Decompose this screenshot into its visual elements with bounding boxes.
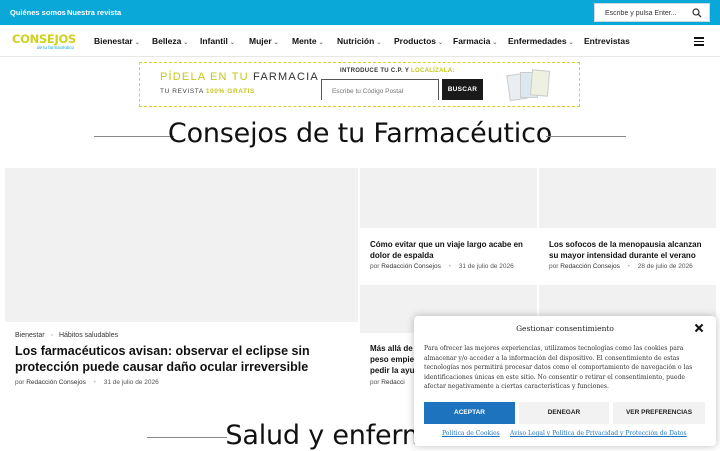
meta-date: 31 de julio de 2026 <box>103 379 159 386</box>
card-image[interactable] <box>360 168 537 228</box>
preferences-button[interactable]: VER PREFERENCIAS <box>613 402 705 424</box>
meta-by: por <box>370 379 380 386</box>
featured-meta: por Redacción Consejos • 31 de julio de … <box>15 379 159 386</box>
nav-item-farmacia[interactable]: Farmacia ⌄ <box>453 36 497 46</box>
buscar-button[interactable]: BUSCAR <box>442 79 483 100</box>
tag-habitos[interactable]: Hábitos saludables <box>59 332 118 339</box>
banner-intro: INTRODUCE TU C.P. Y LOCALÍZALA: <box>340 68 455 74</box>
featured-title[interactable]: Los farmacéuticos avisan: observar el ec… <box>15 343 345 375</box>
banner-sub-part1: TU REVISTA <box>160 88 204 95</box>
nav-item-mente[interactable]: Mente ⌄ <box>292 36 324 46</box>
banner-sub-part2: 100% GRATIS <box>205 88 255 95</box>
link-quienes-somos[interactable]: Quiénes somos <box>10 8 66 17</box>
banner-intro-part2: LOCALÍZALA: <box>411 68 455 74</box>
meta-dot: • <box>627 263 630 270</box>
card-image[interactable] <box>539 168 716 228</box>
section-title-consejos: Consejos de tu Farmacéutico <box>167 118 553 149</box>
nav-item-mujer[interactable]: Mujer ⌄ <box>249 36 279 46</box>
chevron-down-icon: ⌄ <box>438 40 444 46</box>
search-box[interactable] <box>594 3 710 22</box>
nav-item-productos[interactable]: Productos ⌄ <box>394 36 443 46</box>
nav-item-enfermedades[interactable]: Enfermedades ⌄ <box>508 36 574 46</box>
site-logo[interactable]: CONSEJOS de tu farmacéutico <box>12 32 80 52</box>
nav-item-label: Productos <box>394 36 437 46</box>
card-meta: por Redacción Consejos • 28 de julio de … <box>549 263 693 270</box>
nav-item-label: Farmacia <box>453 36 491 46</box>
chevron-down-icon: ⌄ <box>273 40 279 46</box>
tag-separator: ◦ <box>50 332 54 339</box>
featured-image[interactable] <box>5 168 358 322</box>
title-rule-right <box>546 136 626 137</box>
banner-title-part2: FARMACIA <box>253 71 319 83</box>
featured-tags: Bienestar ◦ Hábitos saludables <box>15 332 118 339</box>
chevron-down-icon: ⌄ <box>492 40 498 46</box>
nav-item-label: Enfermedades <box>508 36 567 46</box>
nav-item-label: Mujer <box>249 36 272 46</box>
link-nuestra-revista[interactable]: Nuestra revista <box>67 8 121 17</box>
search-input[interactable] <box>605 7 689 19</box>
logo-word: CONSEJOS <box>12 32 76 46</box>
chevron-down-icon: ⌄ <box>376 40 382 46</box>
meta-author[interactable]: Redacción Consejos <box>560 263 620 270</box>
meta-date: 31 de julio de 2026 <box>458 263 514 270</box>
meta-by: por <box>370 263 380 270</box>
postal-code-input[interactable] <box>322 82 438 101</box>
chevron-down-icon: ⌄ <box>229 40 235 46</box>
meta-dot: • <box>448 263 451 270</box>
cookie-consent-dialog: Gestionar consentimiento Para ofrecer la… <box>414 316 716 446</box>
nav-item-belleza[interactable]: Belleza ⌄ <box>152 36 188 46</box>
nav-item-label: Nutrición <box>337 36 375 46</box>
cookie-text: Para ofrecer las mejores experiencias, u… <box>424 345 693 391</box>
nav-item-label: Belleza <box>152 36 182 46</box>
banner-subtitle: TU REVISTA 100% GRATIS <box>160 88 255 95</box>
chevron-down-icon: ⌄ <box>318 40 324 46</box>
chevron-down-icon: ⌄ <box>134 40 140 46</box>
hamburger-icon[interactable] <box>694 37 704 46</box>
postal-code-field[interactable] <box>321 79 439 101</box>
card-title[interactable]: Cómo evitar que un viaje largo acabe en … <box>370 239 530 261</box>
nav-item-infantil[interactable]: Infantil ⌄ <box>200 36 235 46</box>
meta-author[interactable]: Redacción Consejos <box>381 263 441 270</box>
magazine-banner: PÍDELA EN TU FARMACIA TU REVISTA 100% GR… <box>139 62 580 107</box>
nav-item-label: Mente <box>292 36 317 46</box>
main-nav: CONSEJOS de tu farmacéutico Bienestar ⌄ B… <box>0 25 720 57</box>
chevron-down-icon: ⌄ <box>183 40 189 46</box>
search-icon[interactable] <box>692 8 702 18</box>
deny-button[interactable]: DENEGAR <box>519 402 609 424</box>
meta-by: por <box>549 263 559 270</box>
top-bar: Quiénes somos Nuestra revista <box>0 0 720 25</box>
nav-item-label: Infantil <box>200 36 228 46</box>
tag-bienestar[interactable]: Bienestar <box>15 332 45 339</box>
cookie-policy-link[interactable]: Política de Cookies <box>442 430 500 437</box>
chevron-down-icon: ⌄ <box>568 40 574 46</box>
meta-date: 28 de julio de 2026 <box>637 263 693 270</box>
banner-title-part1: PÍDELA EN TU <box>160 71 249 83</box>
meta-author[interactable]: Redacci <box>381 379 404 386</box>
card-meta: por Redacci <box>370 379 405 386</box>
card-meta: por Redacción Consejos • 31 de julio de … <box>370 263 514 270</box>
card-title[interactable]: Los sofocos de la menopausia alcanzan su… <box>549 239 711 261</box>
close-icon[interactable] <box>694 323 704 333</box>
nav-item-entrevistas[interactable]: Entrevistas <box>584 36 630 46</box>
logo-subtitle: de tu farmacéutico <box>37 45 75 50</box>
banner-intro-part1: INTRODUCE TU C.P. Y <box>340 68 410 74</box>
accept-button[interactable]: ACEPTAR <box>424 402 515 424</box>
nav-item-label: Entrevistas <box>584 36 630 46</box>
nav-item-bienestar[interactable]: Bienestar ⌄ <box>94 36 140 46</box>
meta-author[interactable]: Redacción Consejos <box>26 379 86 386</box>
magazine-covers-image <box>506 68 551 102</box>
banner-title: PÍDELA EN TU FARMACIA <box>160 71 319 83</box>
legal-notice-link[interactable]: Aviso Legal y Política de Privacidad y P… <box>510 430 687 437</box>
meta-dot: • <box>93 379 96 386</box>
nav-item-nutricion[interactable]: Nutrición ⌄ <box>337 36 381 46</box>
meta-by: por <box>15 379 25 386</box>
cookie-title: Gestionar consentimiento <box>516 324 614 333</box>
nav-item-label: Bienestar <box>94 36 133 46</box>
magazine-cover <box>529 69 551 97</box>
